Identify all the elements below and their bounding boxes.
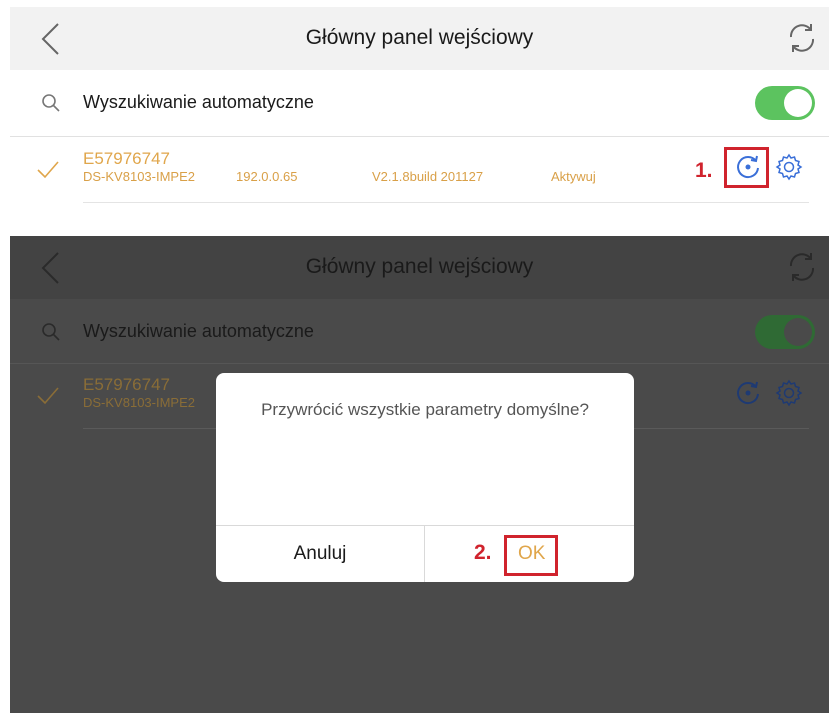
device-row[interactable]: E57976747 DS-KV8103-IMPE2 192.0.0.65 V2.…	[10, 137, 829, 203]
check-icon	[37, 387, 59, 405]
step-1-label: 1.	[695, 159, 713, 182]
check-icon	[37, 161, 59, 179]
auto-search-row: Wyszukiwanie automatyczne	[10, 70, 829, 137]
auto-search-label: Wyszukiwanie automatyczne	[83, 92, 314, 112]
auto-search-label: Wyszukiwanie automatyczne	[83, 321, 314, 341]
dialog-message: Przywrócić wszystkie parametry domyślne?	[261, 400, 589, 419]
auto-search-toggle[interactable]	[755, 315, 815, 349]
page-title: Główny panel wejściowy	[305, 26, 534, 49]
device-serial: E57976747	[83, 149, 170, 168]
restore-defaults-dialog: Przywrócić wszystkie parametry domyślne?…	[216, 373, 634, 582]
restore-icon	[737, 381, 759, 405]
device-serial: E57976747	[83, 375, 170, 394]
device-ip: 192.0.0.65	[236, 169, 298, 184]
dialog-button-bar: Anuluj 2. OK	[216, 525, 634, 582]
device-version: V2.1.8build 201127	[372, 169, 484, 184]
auto-search-row-dimmed: Wyszukiwanie automatyczne	[10, 299, 829, 364]
row-divider	[83, 202, 809, 203]
screen-with-dialog: Główny panel wejściowy Wyszukiwanie auto…	[10, 236, 829, 713]
toggle-knob	[784, 89, 812, 117]
gear-icon[interactable]	[775, 153, 803, 181]
highlight-box	[504, 535, 558, 576]
auto-search-toggle[interactable]	[755, 86, 815, 120]
search-icon	[42, 323, 60, 341]
toggle-knob	[784, 318, 812, 346]
cancel-button[interactable]: Anuluj	[216, 526, 425, 582]
refresh-icon[interactable]	[785, 21, 819, 55]
refresh-icon[interactable]	[785, 250, 819, 284]
device-model: DS-KV8103-IMPE2	[83, 395, 195, 410]
page-title: Główny panel wejściowy	[305, 255, 534, 278]
search-icon	[42, 94, 60, 112]
screen-normal: Główny panel wejściowy Wyszukiwanie auto…	[10, 0, 829, 220]
step-2-label: 2.	[474, 541, 492, 564]
device-status[interactable]: Aktywuj	[551, 169, 596, 184]
device-model: DS-KV8103-IMPE2	[83, 169, 195, 184]
header-bar: Główny panel wejściowy	[10, 7, 829, 70]
restore-icon[interactable]	[734, 153, 762, 181]
header-bar-dimmed: Główny panel wejściowy	[10, 236, 829, 299]
gear-icon	[775, 379, 803, 407]
